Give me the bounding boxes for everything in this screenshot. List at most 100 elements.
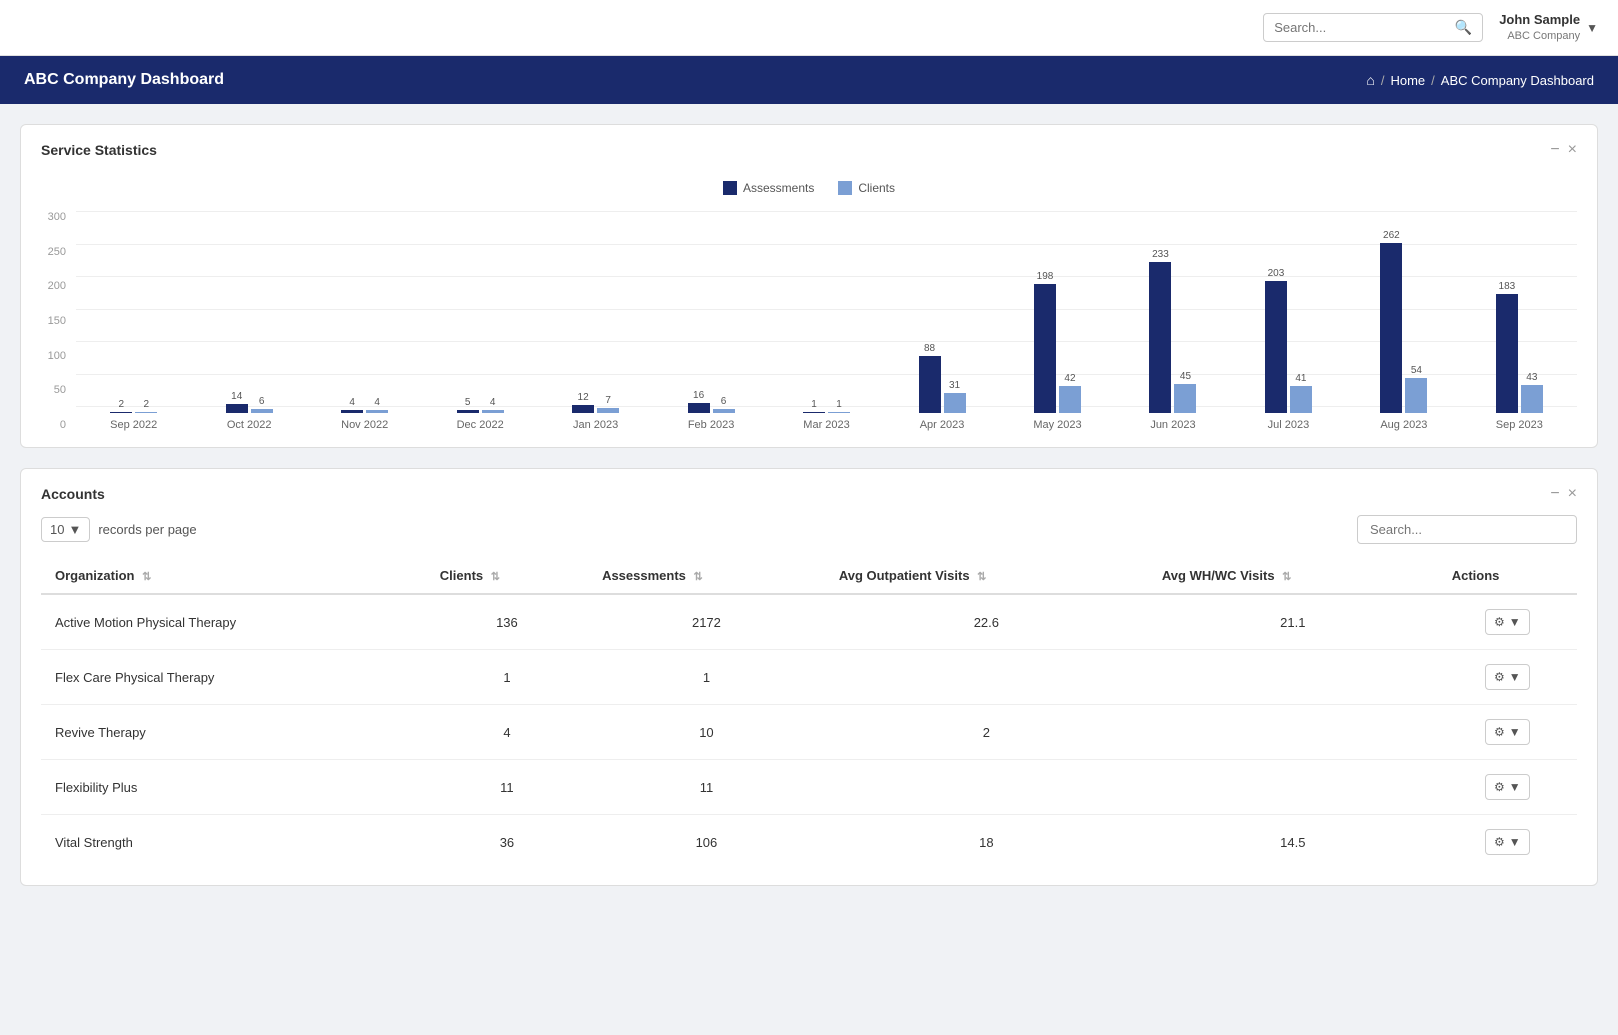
table-header-row: Organization ⇅Clients ⇅Assessments ⇅Avg … xyxy=(41,558,1577,594)
action-button[interactable]: ⚙ ▼ xyxy=(1485,774,1530,800)
month-group: 11Mar 2023 xyxy=(769,218,884,431)
month-group: 26254Aug 2023 xyxy=(1346,218,1461,431)
month-group: 22Sep 2022 xyxy=(76,218,191,431)
bar-assessment xyxy=(1265,281,1287,413)
accounts-title: Accounts xyxy=(41,486,105,502)
month-group: 44Nov 2022 xyxy=(307,218,422,431)
month-group: 54Dec 2022 xyxy=(422,218,537,431)
minimize-button[interactable]: − xyxy=(1550,141,1559,159)
client-bar-col: 6 xyxy=(713,218,735,413)
bar-assessment xyxy=(341,410,363,413)
accounts-card: Accounts − × 10 ▼ records per page Organ… xyxy=(20,468,1598,886)
accounts-minimize-button[interactable]: − xyxy=(1550,485,1559,503)
assessment-bar-col: 262 xyxy=(1380,218,1402,413)
sort-icon: ⇅ xyxy=(694,571,703,583)
month-group: 146 Oct 2022 xyxy=(191,218,306,431)
month-label: Feb 2023 xyxy=(688,419,734,431)
sort-icon: ⇅ xyxy=(491,571,500,583)
bar-client xyxy=(1521,385,1543,413)
breadcrumb-home[interactable]: Home xyxy=(1390,73,1425,88)
bar-client xyxy=(1174,384,1196,413)
action-button[interactable]: ⚙ ▼ xyxy=(1485,664,1530,690)
bar-label-assessment: 12 xyxy=(578,392,589,403)
search-input[interactable] xyxy=(1274,20,1455,35)
chevron-down-icon[interactable]: ▼ xyxy=(1586,21,1598,35)
client-bar-col: 6 xyxy=(251,218,273,413)
bars-pair: 8831 xyxy=(919,218,966,413)
bars-pair: 22 xyxy=(110,218,157,413)
th-avgWH[interactable]: Avg WH/WC Visits ⇅ xyxy=(1148,558,1438,594)
bar-label-assessment: 198 xyxy=(1037,271,1054,282)
top-navigation: 🔍 John Sample ABC Company ▼ xyxy=(0,0,1618,56)
breadcrumb-sep2: / xyxy=(1431,73,1435,88)
breadcrumb-sep1: / xyxy=(1381,73,1385,88)
accounts-table: Organization ⇅Clients ⇅Assessments ⇅Avg … xyxy=(41,558,1577,869)
y-axis-label: 150 xyxy=(41,315,66,327)
month-label: Apr 2023 xyxy=(920,419,965,431)
bar-label-assessment: 203 xyxy=(1268,268,1285,279)
sort-icon: ⇅ xyxy=(977,571,986,583)
th-avgOutpatient[interactable]: Avg Outpatient Visits ⇅ xyxy=(825,558,1148,594)
close-button[interactable]: × xyxy=(1568,141,1577,159)
bars-pair: 54 xyxy=(457,218,504,413)
td-assessments: 11 xyxy=(588,760,825,815)
client-bar-col: 42 xyxy=(1059,218,1081,413)
assessment-bar-col: 88 xyxy=(919,218,941,413)
bar-assessment xyxy=(110,412,132,413)
table-search-input[interactable] xyxy=(1357,515,1577,544)
client-bar-col: 45 xyxy=(1174,218,1196,413)
client-bar-col: 2 xyxy=(135,218,157,413)
home-icon[interactable]: ⌂ xyxy=(1366,72,1374,88)
bar-label-client: 45 xyxy=(1180,371,1191,382)
records-per-page: 10 ▼ records per page xyxy=(41,517,197,542)
bar-label-client: 43 xyxy=(1526,372,1537,383)
th-clients[interactable]: Clients ⇅ xyxy=(426,558,588,594)
month-label: Oct 2022 xyxy=(227,419,272,431)
month-label: May 2023 xyxy=(1033,419,1081,431)
chart-y-axis: 050100150200250300 xyxy=(41,211,76,431)
card-header-stats: Service Statistics − × xyxy=(41,141,1577,159)
per-page-chevron: ▼ xyxy=(68,522,81,537)
th-assessments[interactable]: Assessments ⇅ xyxy=(588,558,825,594)
bar-label-assessment: 262 xyxy=(1383,230,1400,241)
bars-pair: 11 xyxy=(803,218,850,413)
client-bar-col: 41 xyxy=(1290,218,1312,413)
table-body: Active Motion Physical Therapy136217222.… xyxy=(41,594,1577,869)
bar-label-client: 42 xyxy=(1064,373,1075,384)
td-organization: Revive Therapy xyxy=(41,705,426,760)
client-bar-col: 7 xyxy=(597,218,619,413)
chart-container: Assessments Clients 050100150200250300 xyxy=(41,171,1577,431)
accounts-close-button[interactable]: × xyxy=(1568,485,1577,503)
bars-pair: 12 7 xyxy=(572,218,619,413)
y-axis-label: 300 xyxy=(41,211,66,223)
bar-assessment xyxy=(1034,284,1056,413)
user-info[interactable]: John Sample ABC Company ▼ xyxy=(1499,12,1598,43)
bar-client xyxy=(828,412,850,413)
search-icon: 🔍 xyxy=(1455,19,1472,36)
chart-bars-wrap: 22Sep 2022 146 Oct 2022 44Nov 202254Dec 202… xyxy=(76,211,1577,431)
bar-client xyxy=(1290,386,1312,413)
service-statistics-card: Service Statistics − × Assessments Clien… xyxy=(20,124,1598,448)
month-label: Sep 2023 xyxy=(1496,419,1543,431)
client-bar-col: 1 xyxy=(828,218,850,413)
th-organization[interactable]: Organization ⇅ xyxy=(41,558,426,594)
per-page-select[interactable]: 10 ▼ xyxy=(41,517,90,542)
bar-label-client: 1 xyxy=(836,399,842,410)
td-clients: 11 xyxy=(426,760,588,815)
service-statistics-title: Service Statistics xyxy=(41,142,157,158)
action-button[interactable]: ⚙ ▼ xyxy=(1485,609,1530,635)
month-group: 23345Jun 2023 xyxy=(1115,218,1230,431)
action-button[interactable]: ⚙ ▼ xyxy=(1485,719,1530,745)
td-actions: ⚙ ▼ xyxy=(1438,705,1577,760)
bars-pair: 44 xyxy=(341,218,388,413)
td-actions: ⚙ ▼ xyxy=(1438,815,1577,870)
assessment-bar-col: 12 xyxy=(572,218,594,413)
y-axis-label: 250 xyxy=(41,246,66,258)
bars-pair: 146 xyxy=(226,218,273,413)
action-button[interactable]: ⚙ ▼ xyxy=(1485,829,1530,855)
chart-area: 050100150200250300 22Sep 2022146Oct 2022… xyxy=(41,211,1577,431)
search-bar[interactable]: 🔍 xyxy=(1263,13,1483,42)
td-assessments: 1 xyxy=(588,650,825,705)
assessment-bar-col: 5 xyxy=(457,218,479,413)
td-assessments: 10 xyxy=(588,705,825,760)
